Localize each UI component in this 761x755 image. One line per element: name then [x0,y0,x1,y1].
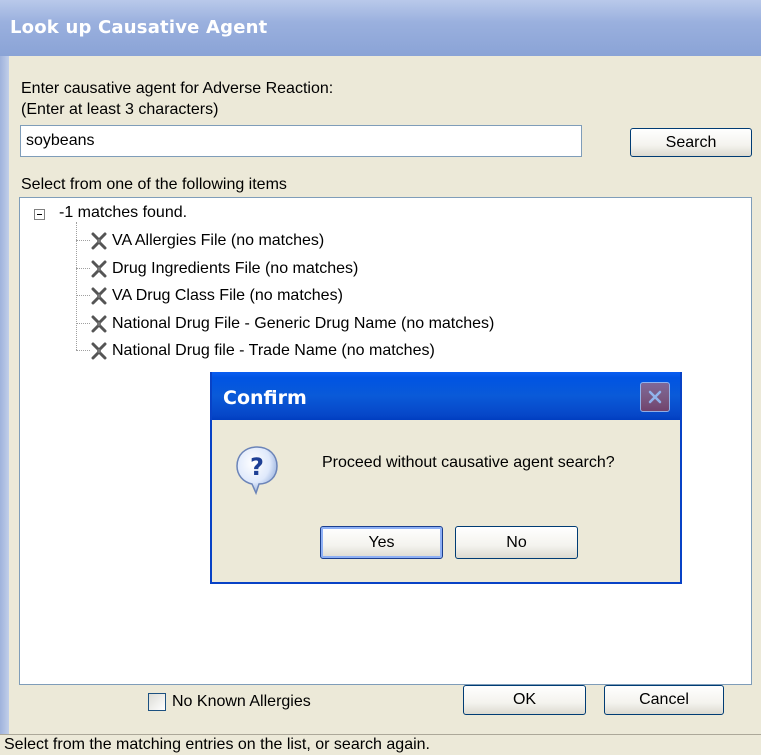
tree-connector [76,323,90,324]
window-left-border [0,56,9,754]
list-item-label: National Drug File - Generic Drug Name (… [112,315,495,332]
no-match-icon [91,315,107,333]
yes-button[interactable]: Yes [320,526,443,559]
list-item[interactable]: VA Drug Class File (no matches) [90,286,343,306]
search-input[interactable]: soybeans [20,125,582,157]
tree-connector [76,268,90,269]
status-bar: Select from the matching entries on the … [0,734,761,755]
prompt-label: Enter causative agent for Adverse Reacti… [21,80,334,97]
list-item-label: VA Allergies File (no matches) [112,232,325,249]
dialog-title: Confirm [223,387,307,409]
no-known-allergies-label[interactable]: No Known Allergies [172,693,311,711]
tree-connector [76,240,90,241]
ok-button[interactable]: OK [463,685,586,715]
dialog-message: Proceed without causative agent search? [322,454,615,471]
collapse-icon[interactable] [34,209,45,220]
list-item[interactable]: VA Allergies File (no matches) [90,231,324,251]
no-match-icon [91,232,107,250]
list-item[interactable]: National Drug file - Trade Name (no matc… [90,341,435,361]
close-icon [648,390,662,404]
tree-connector [76,295,90,296]
window-title-bar[interactable]: Look up Causative Agent [0,0,761,56]
prompt-hint: (Enter at least 3 characters) [21,101,219,118]
confirm-dialog: Confirm ? Proceed without causative agen… [210,372,682,584]
list-item-label: VA Drug Class File (no matches) [112,287,343,304]
status-text: Select from the matching entries on the … [4,736,430,753]
dialog-title-bar[interactable]: Confirm [212,372,680,420]
list-item[interactable]: Drug Ingredients File (no matches) [90,259,358,279]
list-item-label: National Drug file - Trade Name (no matc… [112,342,435,359]
no-match-icon [91,260,107,278]
no-match-icon [91,287,107,305]
no-button[interactable]: No [455,526,578,559]
no-match-icon [91,342,107,360]
tree-connector [76,222,77,350]
tree-connector [76,350,90,351]
close-button[interactable] [640,382,670,412]
svg-text:?: ? [250,453,264,481]
tree-root-node[interactable]: -1 matches found. [59,204,187,222]
cancel-button[interactable]: Cancel [604,685,724,715]
search-button[interactable]: Search [630,128,752,157]
results-label: Select from one of the following items [21,176,287,193]
no-known-allergies-checkbox[interactable] [148,693,166,711]
list-item[interactable]: National Drug File - Generic Drug Name (… [90,314,494,334]
window-title: Look up Causative Agent [10,17,268,38]
list-item-label: Drug Ingredients File (no matches) [112,260,359,277]
question-icon: ? [236,446,278,496]
